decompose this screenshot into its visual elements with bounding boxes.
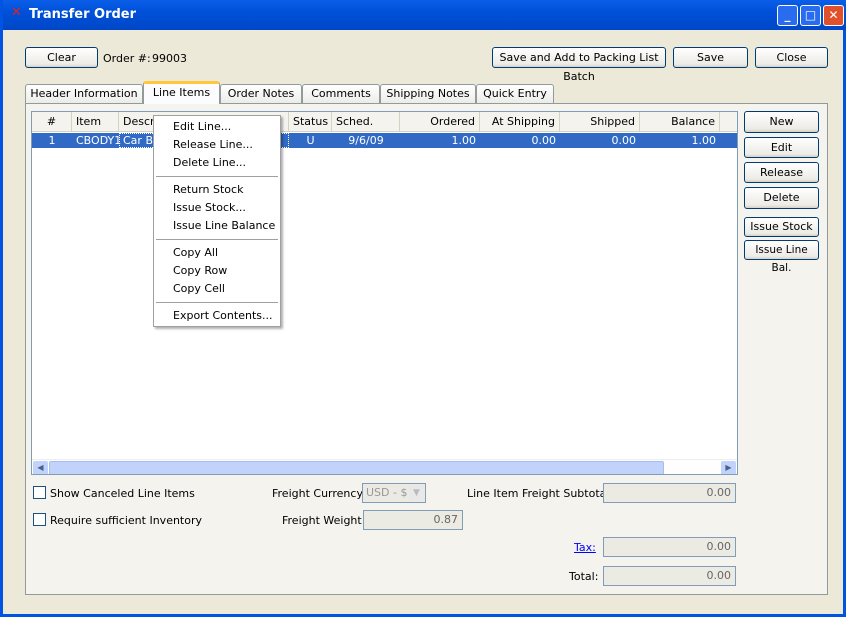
issue-line-balance-button[interactable]: Issue Line Bal. (744, 240, 819, 274)
total-label: Total: (569, 570, 599, 583)
save-add-packing-list-button[interactable]: Save and Add to Packing List Batch (492, 47, 666, 83)
tax-link[interactable]: Tax: (574, 541, 596, 554)
save-button[interactable]: Save (673, 47, 748, 68)
table-row[interactable]: 1 CBODY1 Car Bo U 9/6/09 1.00 0.00 0.00 … (32, 133, 737, 148)
freight-currency-select[interactable]: USD - $ ▼ (362, 483, 426, 503)
issue-stock-button[interactable]: Issue Stock (744, 217, 819, 237)
total-field[interactable]: 0.00 (603, 566, 736, 586)
freight-currency-label: Freight Currency: (272, 487, 366, 500)
freight-weight-field[interactable]: 0.87 (363, 510, 463, 530)
require-inventory-label: Require sufficient Inventory (50, 514, 203, 527)
cell-status: U (306, 134, 315, 147)
delete-button[interactable]: Delete (744, 187, 819, 209)
menu-separator (156, 239, 278, 240)
title-bar: ✕ Transfer Order _ □ ✕ (3, 0, 846, 30)
col-item[interactable]: Item (72, 112, 119, 132)
menu-export-contents[interactable]: Export Contents... (155, 307, 279, 325)
scroll-left-icon[interactable]: ◀ (33, 461, 48, 474)
show-canceled-checkbox[interactable] (33, 486, 46, 499)
horizontal-scrollbar[interactable]: ◀ ▶ (32, 459, 737, 474)
cell-shipped: 0.00 (611, 134, 637, 147)
maximize-button[interactable]: □ (800, 5, 821, 26)
scrollbar-thumb[interactable] (49, 461, 664, 474)
line-items-table[interactable]: # Item Descrip Status Sched. Date Ordere… (31, 111, 738, 475)
menu-return-stock[interactable]: Return Stock (155, 181, 279, 199)
new-button[interactable]: New (744, 111, 819, 133)
col-num[interactable]: # (32, 112, 72, 132)
menu-issue-line-balance[interactable]: Issue Line Balance (155, 217, 279, 235)
col-sched-date[interactable]: Sched. Date (332, 112, 400, 148)
cell-ordered: 1.00 (451, 134, 477, 147)
menu-copy-row[interactable]: Copy Row (155, 262, 279, 280)
cell-at-shipping: 0.00 (531, 134, 557, 147)
table-header: # Item Descrip Status Sched. Date Ordere… (32, 112, 737, 148)
tax-field[interactable]: 0.00 (603, 537, 736, 557)
col-status[interactable]: Status (289, 112, 332, 132)
chevron-down-icon[interactable]: ▼ (409, 485, 424, 501)
freight-weight-label: Freight Weight: (282, 514, 366, 527)
close-window-button[interactable]: ✕ (823, 5, 844, 26)
tab-shipping-notes[interactable]: Shipping Notes (380, 84, 476, 104)
cell-sched-date: 9/6/09 (348, 134, 384, 147)
tab-line-items[interactable]: Line Items (143, 81, 220, 104)
order-number-label: Order #: (103, 52, 151, 65)
menu-separator (156, 302, 278, 303)
order-number-value: 99003 (152, 52, 187, 65)
menu-copy-all[interactable]: Copy All (155, 244, 279, 262)
col-at-shipping[interactable]: At Shipping (480, 112, 560, 132)
show-canceled-label: Show Canceled Line Items (50, 487, 195, 500)
edit-button[interactable]: Edit (744, 137, 819, 158)
context-menu: Edit Line... Release Line... Delete Line… (153, 115, 281, 327)
require-inventory-checkbox[interactable] (33, 513, 46, 526)
scroll-right-icon[interactable]: ▶ (721, 461, 736, 474)
app-logo-icon: ✕ (11, 5, 22, 20)
tab-order-notes[interactable]: Order Notes (220, 84, 302, 104)
tab-comments[interactable]: Comments (302, 84, 380, 104)
menu-edit-line[interactable]: Edit Line... (155, 118, 279, 136)
col-ordered[interactable]: Ordered (400, 112, 480, 132)
menu-separator (156, 176, 278, 177)
freight-currency-value: USD - $ (366, 486, 408, 499)
col-balance[interactable]: Balance (640, 112, 720, 132)
clear-button[interactable]: Clear (25, 47, 98, 68)
cell-item: CBODY1 (76, 134, 122, 147)
menu-issue-stock[interactable]: Issue Stock... (155, 199, 279, 217)
menu-copy-cell[interactable]: Copy Cell (155, 280, 279, 298)
minimize-button[interactable]: _ (777, 5, 798, 26)
tab-header-information[interactable]: Header Information (25, 84, 143, 104)
cell-balance: 1.00 (691, 134, 717, 147)
close-button[interactable]: Close (755, 47, 828, 68)
col-shipped[interactable]: Shipped (560, 112, 640, 132)
window-title: Transfer Order (29, 7, 137, 22)
tab-quick-entry[interactable]: Quick Entry (476, 84, 554, 104)
release-button[interactable]: Release (744, 162, 819, 183)
window: ✕ Transfer Order _ □ ✕ Clear Order #: 99… (0, 0, 846, 617)
subtotal-field[interactable]: 0.00 (603, 483, 736, 503)
subtotal-label: Line Item Freight Subtotal: (467, 487, 614, 500)
cell-num: 1 (48, 134, 56, 147)
menu-release-line[interactable]: Release Line... (155, 136, 279, 154)
menu-delete-line[interactable]: Delete Line... (155, 154, 279, 172)
